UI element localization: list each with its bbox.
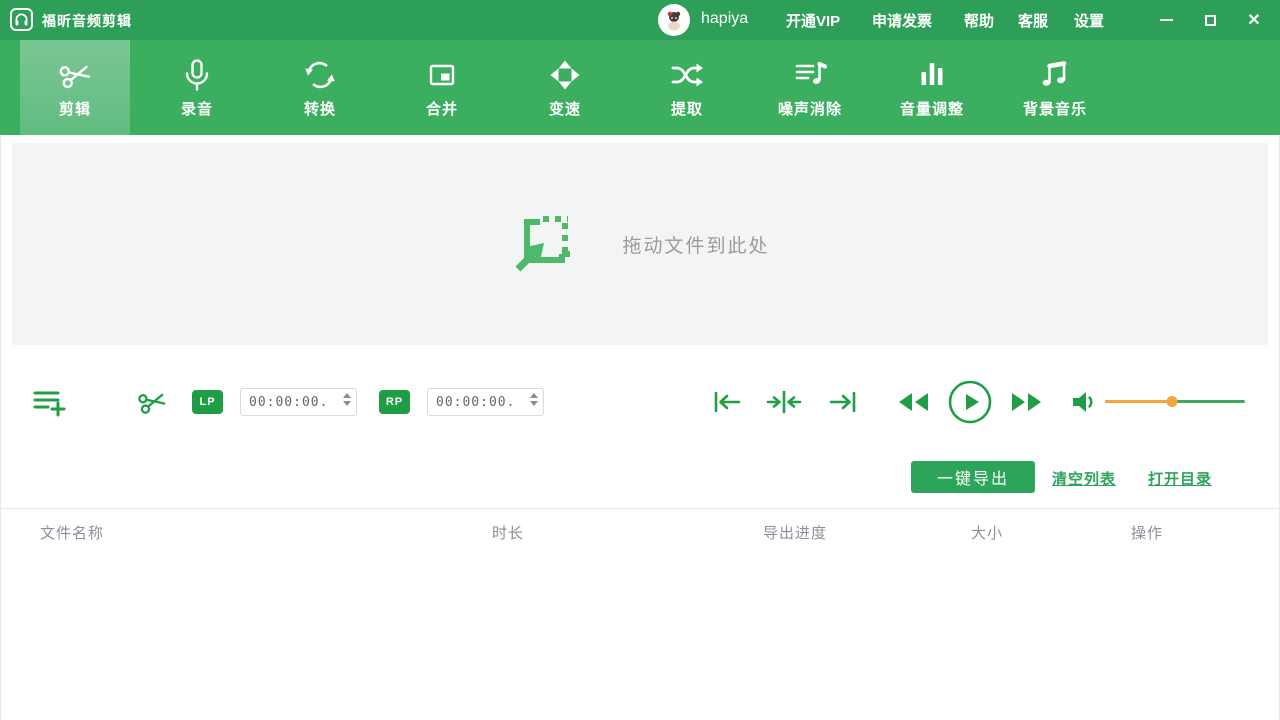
column-header-filename: 文件名称 [40,522,104,543]
rewind-icon [897,391,931,418]
noise-removal-icon [792,56,828,94]
tab-clip[interactable]: 剪辑 [20,40,130,135]
merge-icon [424,56,460,94]
spinner-down-icon[interactable] [343,401,351,406]
skip-start-icon [710,389,744,420]
tab-label: 转换 [304,98,336,119]
fast-forward-icon [1009,391,1043,418]
column-header-export-progress: 导出进度 [763,522,827,543]
tab-label: 变速 [549,98,581,119]
add-playlist-icon [33,388,67,423]
minimize-icon [1160,19,1173,21]
close-icon: ✕ [1247,10,1260,30]
maximize-button[interactable] [1192,0,1228,40]
speaker-icon [1071,390,1099,419]
tab-label: 剪辑 [59,98,91,119]
column-header-actions: 操作 [1131,522,1163,543]
tab-label: 提取 [671,98,703,119]
skip-to-end-button[interactable] [826,389,860,420]
tab-volume-adjust[interactable]: 音量调整 [877,40,987,135]
app-window: 福昕音频剪辑 hapiya 开通VIP 申请发票 帮助 客服 设置 ✕ [0,0,1280,720]
collapse-center-icon [766,389,802,420]
rp-time-spinner[interactable] [530,393,538,406]
user-avatar[interactable] [658,4,690,36]
scissors-icon [57,56,93,94]
titlebar: 福昕音频剪辑 hapiya 开通VIP 申请发票 帮助 客服 设置 ✕ [0,0,1280,40]
spinner-up-icon[interactable] [343,393,351,398]
volume-slider[interactable] [1105,400,1245,403]
play-icon [947,379,993,430]
export-all-button[interactable]: 一键导出 [911,461,1035,493]
lp-time-spinner[interactable] [343,393,351,406]
tab-label: 噪声消除 [778,98,842,119]
menu-open-vip[interactable]: 开通VIP [786,0,840,40]
menu-help[interactable]: 帮助 [964,0,994,40]
volume-handle[interactable] [1167,396,1178,407]
fast-forward-button[interactable] [1009,391,1043,418]
microphone-icon [179,56,215,94]
right-point-badge[interactable]: RP [379,390,410,414]
background-music-icon [1037,56,1073,94]
play-button[interactable] [947,379,993,430]
file-dropzone[interactable]: 拖动文件到此处 [12,143,1268,345]
dropzone-hint: 拖动文件到此处 [622,231,769,258]
cut-scissors-icon [136,386,168,423]
tab-noise-removal[interactable]: 噪声消除 [755,40,865,135]
dropzone-inner: 拖动文件到此处 [510,209,769,280]
app-logo-icon [10,8,33,31]
skip-to-start-button[interactable] [710,389,744,420]
tab-speed[interactable]: 变速 [510,40,620,135]
spinner-up-icon[interactable] [530,393,538,398]
left-point-badge[interactable]: LP [192,390,223,414]
lp-time-input[interactable] [240,388,357,416]
tab-label: 录音 [181,98,213,119]
toolbar: 剪辑 录音 转换 [0,40,1280,135]
volume-adjust-icon [914,56,950,94]
rp-time-field [427,388,544,416]
tab-convert[interactable]: 转换 [265,40,375,135]
collapse-to-center-button[interactable] [766,389,802,420]
column-header-size: 大小 [971,522,1003,543]
convert-icon [302,56,338,94]
menu-customer-service[interactable]: 客服 [1018,0,1048,40]
extract-icon [669,56,705,94]
username-label[interactable]: hapiya [701,10,748,28]
menu-settings[interactable]: 设置 [1074,0,1104,40]
rewind-button[interactable] [897,391,931,418]
skip-end-icon [826,389,860,420]
column-header-duration: 时长 [492,522,524,543]
tab-label: 合并 [426,98,458,119]
cut-button[interactable] [136,386,168,423]
app-title: 福昕音频剪辑 [42,11,132,31]
speed-icon [547,56,583,94]
minimize-button[interactable] [1148,0,1184,40]
tab-background-music[interactable]: 背景音乐 [1000,40,1110,135]
tab-label: 背景音乐 [1023,98,1087,119]
add-to-list-button[interactable] [33,388,67,423]
tab-label: 音量调整 [900,98,964,119]
maximize-icon [1205,15,1216,26]
table-divider [0,508,1280,509]
open-folder-link[interactable]: 打开目录 [1148,468,1212,489]
clear-list-link[interactable]: 清空列表 [1052,468,1116,489]
drag-drop-icon [510,209,574,280]
rp-time-input[interactable] [427,388,544,416]
close-button[interactable]: ✕ [1236,0,1272,40]
menu-request-invoice[interactable]: 申请发票 [872,0,932,40]
tab-record[interactable]: 录音 [142,40,252,135]
spinner-down-icon[interactable] [530,401,538,406]
mute-button[interactable] [1071,390,1099,419]
volume-fill [1105,400,1172,403]
lp-time-field [240,388,357,416]
tab-extract[interactable]: 提取 [632,40,742,135]
tab-merge[interactable]: 合并 [387,40,497,135]
